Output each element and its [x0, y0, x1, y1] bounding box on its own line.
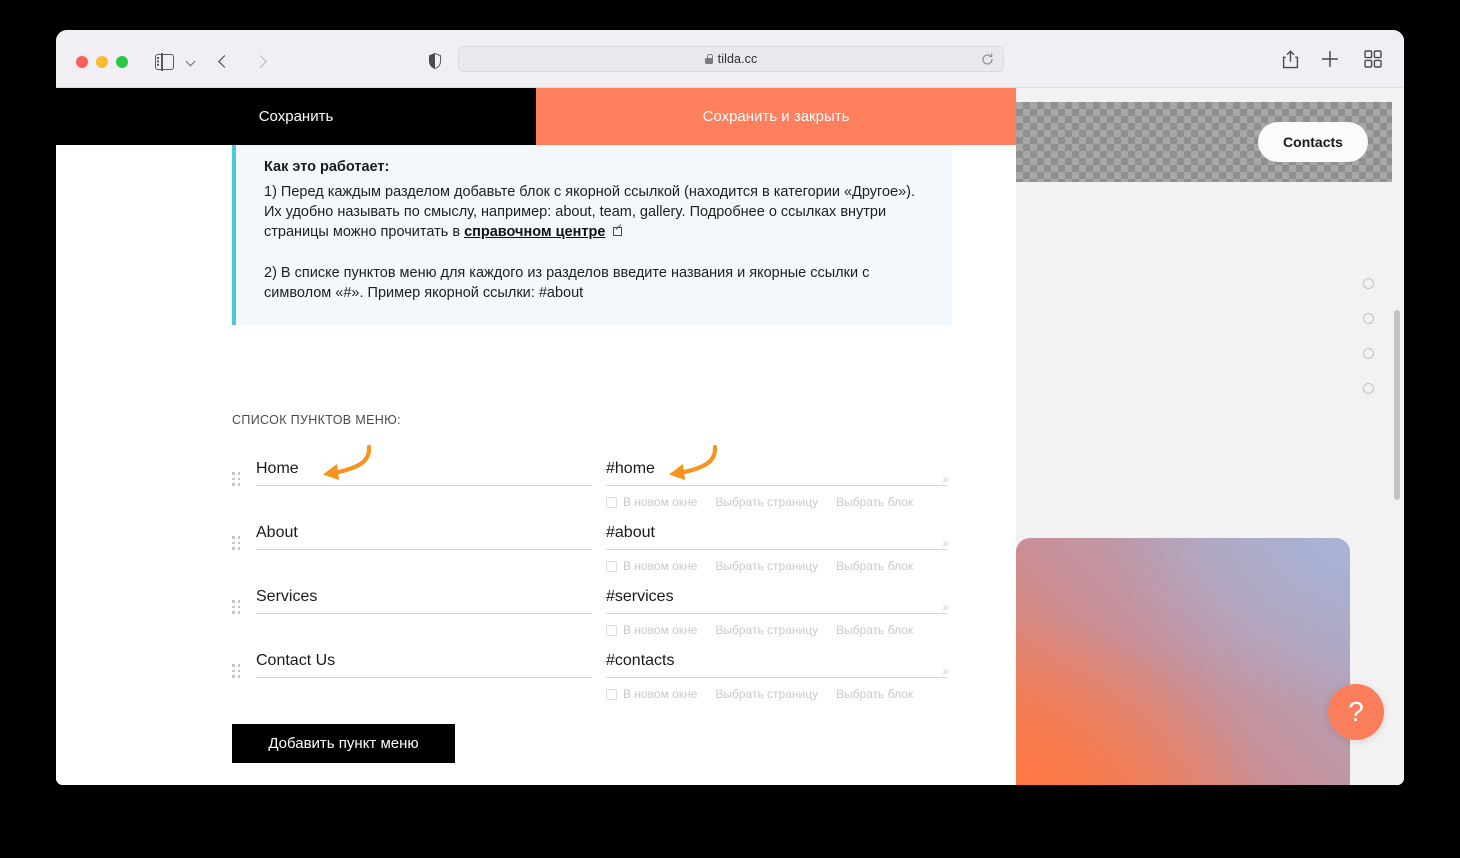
- new-window-label: В новом окне: [623, 559, 698, 573]
- help-button[interactable]: ?: [1328, 684, 1384, 740]
- menu-item-options: В новом окне Выбрать страницу Выбрать бл…: [606, 559, 913, 573]
- menu-item-title-input[interactable]: [256, 524, 592, 550]
- external-link-icon: [613, 227, 623, 236]
- menu-item-title-field: [256, 652, 592, 678]
- table-row: В новом окне Выбрать страницу Выбрать бл…: [232, 648, 962, 712]
- menu-item-link-field: [606, 588, 948, 614]
- choose-block-link[interactable]: Выбрать блок: [836, 623, 913, 637]
- address-bar[interactable]: tilda.cc: [458, 46, 1004, 72]
- drag-handle-icon[interactable]: [232, 664, 241, 678]
- share-icon[interactable]: [1282, 50, 1299, 69]
- how-it-works-paragraph-2: 2) В списке пунктов меню для каждого из …: [264, 265, 870, 301]
- delete-row-button[interactable]: ×: [942, 537, 950, 550]
- menu-item-link-input[interactable]: [606, 652, 948, 678]
- dot-nav-item[interactable]: [1363, 383, 1374, 394]
- browser-window: tilda.cc Сохранить Сохранить и закрыть К…: [56, 30, 1404, 785]
- how-it-works-title: Как это работает:: [264, 159, 390, 175]
- choose-page-link[interactable]: Выбрать страницу: [715, 559, 818, 573]
- menu-item-title-input[interactable]: [256, 460, 592, 486]
- new-window-checkbox[interactable]: В новом окне: [606, 687, 697, 701]
- save-and-close-button[interactable]: Сохранить и закрыть: [536, 88, 1016, 145]
- how-it-works-panel: Как это работает: 1) Перед каждым раздел…: [232, 145, 952, 325]
- new-window-label: В новом окне: [623, 687, 698, 701]
- page-body: Сохранить Сохранить и закрыть Как это ра…: [56, 88, 1404, 785]
- menu-item-title-input[interactable]: [256, 588, 592, 614]
- table-row: В новом окне Выбрать страницу Выбрать бл…: [232, 584, 962, 648]
- close-window-button[interactable]: [76, 56, 88, 68]
- browser-toolbar: tilda.cc: [56, 30, 1404, 88]
- new-window-checkbox[interactable]: В новом окне: [606, 495, 697, 509]
- checkbox-box: [606, 560, 617, 572]
- tab-overview-icon[interactable]: [1364, 50, 1382, 68]
- menu-item-link-input[interactable]: [606, 460, 948, 486]
- checkbox-box: [606, 688, 617, 700]
- site-preview-panel: Contacts ?: [1016, 88, 1404, 785]
- choose-block-link[interactable]: Выбрать блок: [836, 687, 913, 701]
- new-window-label: В новом окне: [623, 495, 698, 509]
- gradient-preview-card: [1016, 538, 1350, 785]
- menu-item-options: В новом окне Выбрать страницу Выбрать бл…: [606, 623, 913, 637]
- dot-nav-item[interactable]: [1363, 278, 1374, 289]
- new-window-checkbox[interactable]: В новом окне: [606, 623, 697, 637]
- menu-item-link-field: [606, 460, 948, 486]
- preview-header-transparent: Contacts: [1016, 102, 1392, 182]
- minimize-window-button[interactable]: [96, 56, 108, 68]
- menu-rows-container: В новом окне Выбрать страницу Выбрать бл…: [232, 456, 962, 712]
- address-bar-content: tilda.cc: [459, 47, 1003, 71]
- save-bar: Сохранить Сохранить и закрыть: [56, 88, 1016, 145]
- sidebar-toggle-icon[interactable]: [155, 53, 174, 71]
- drag-handle-icon[interactable]: [232, 536, 241, 550]
- menu-item-title-field: [256, 524, 592, 550]
- traffic-lights: [76, 56, 128, 68]
- drag-handle-icon[interactable]: [232, 472, 241, 486]
- maximize-window-button[interactable]: [116, 56, 128, 68]
- menu-item-link-field: [606, 652, 948, 678]
- lock-icon: [704, 54, 713, 64]
- menu-item-link-input[interactable]: [606, 524, 948, 550]
- page-dot-navigation: [1363, 278, 1374, 394]
- choose-page-link[interactable]: Выбрать страницу: [715, 687, 818, 701]
- drag-handle-icon[interactable]: [232, 600, 241, 614]
- back-arrow-icon[interactable]: [217, 54, 233, 70]
- menu-item-link-input[interactable]: [606, 588, 948, 614]
- menu-editor-panel: Сохранить Сохранить и закрыть Как это ра…: [56, 88, 1016, 785]
- shield-privacy-icon[interactable]: [428, 52, 442, 70]
- choose-page-link[interactable]: Выбрать страницу: [715, 623, 818, 637]
- table-row: В новом окне Выбрать страницу Выбрать бл…: [232, 520, 962, 584]
- menu-item-title-field: [256, 588, 592, 614]
- contacts-button[interactable]: Contacts: [1258, 122, 1368, 162]
- menu-item-title-field: [256, 460, 592, 486]
- how-it-works-paragraph-1: 1) Перед каждым разделом добавьте блок с…: [264, 182, 930, 242]
- menu-item-options: В новом окне Выбрать страницу Выбрать бл…: [606, 687, 913, 701]
- menu-item-title-input[interactable]: [256, 652, 592, 678]
- choose-block-link[interactable]: Выбрать блок: [836, 495, 913, 509]
- preview-scrollbar[interactable]: [1394, 310, 1400, 500]
- delete-row-button[interactable]: ×: [942, 601, 950, 614]
- new-tab-icon[interactable]: [1321, 50, 1339, 68]
- help-center-link[interactable]: справочном центре: [464, 224, 605, 240]
- add-menu-item-button[interactable]: Добавить пункт меню: [232, 724, 455, 763]
- reload-icon[interactable]: [981, 53, 994, 66]
- new-window-label: В новом окне: [623, 623, 698, 637]
- forward-arrow-icon[interactable]: [253, 54, 269, 70]
- dot-nav-item[interactable]: [1363, 313, 1374, 324]
- save-button[interactable]: Сохранить: [56, 88, 536, 145]
- url-text: tilda.cc: [717, 52, 758, 66]
- checkbox-box: [606, 624, 617, 636]
- dot-nav-item[interactable]: [1363, 348, 1374, 359]
- menu-item-options: В новом окне Выбрать страницу Выбрать бл…: [606, 495, 913, 509]
- table-row: В новом окне Выбрать страницу Выбрать бл…: [232, 456, 962, 520]
- checkbox-box: [606, 496, 617, 508]
- new-window-checkbox[interactable]: В новом окне: [606, 559, 697, 573]
- menu-list-header: СПИСОК ПУНКТОВ МЕНЮ:: [232, 413, 401, 427]
- chevron-down-icon[interactable]: [187, 58, 195, 66]
- choose-page-link[interactable]: Выбрать страницу: [715, 495, 818, 509]
- delete-row-button[interactable]: ×: [942, 473, 950, 486]
- choose-block-link[interactable]: Выбрать блок: [836, 559, 913, 573]
- delete-row-button[interactable]: ×: [942, 665, 950, 678]
- menu-item-link-field: [606, 524, 948, 550]
